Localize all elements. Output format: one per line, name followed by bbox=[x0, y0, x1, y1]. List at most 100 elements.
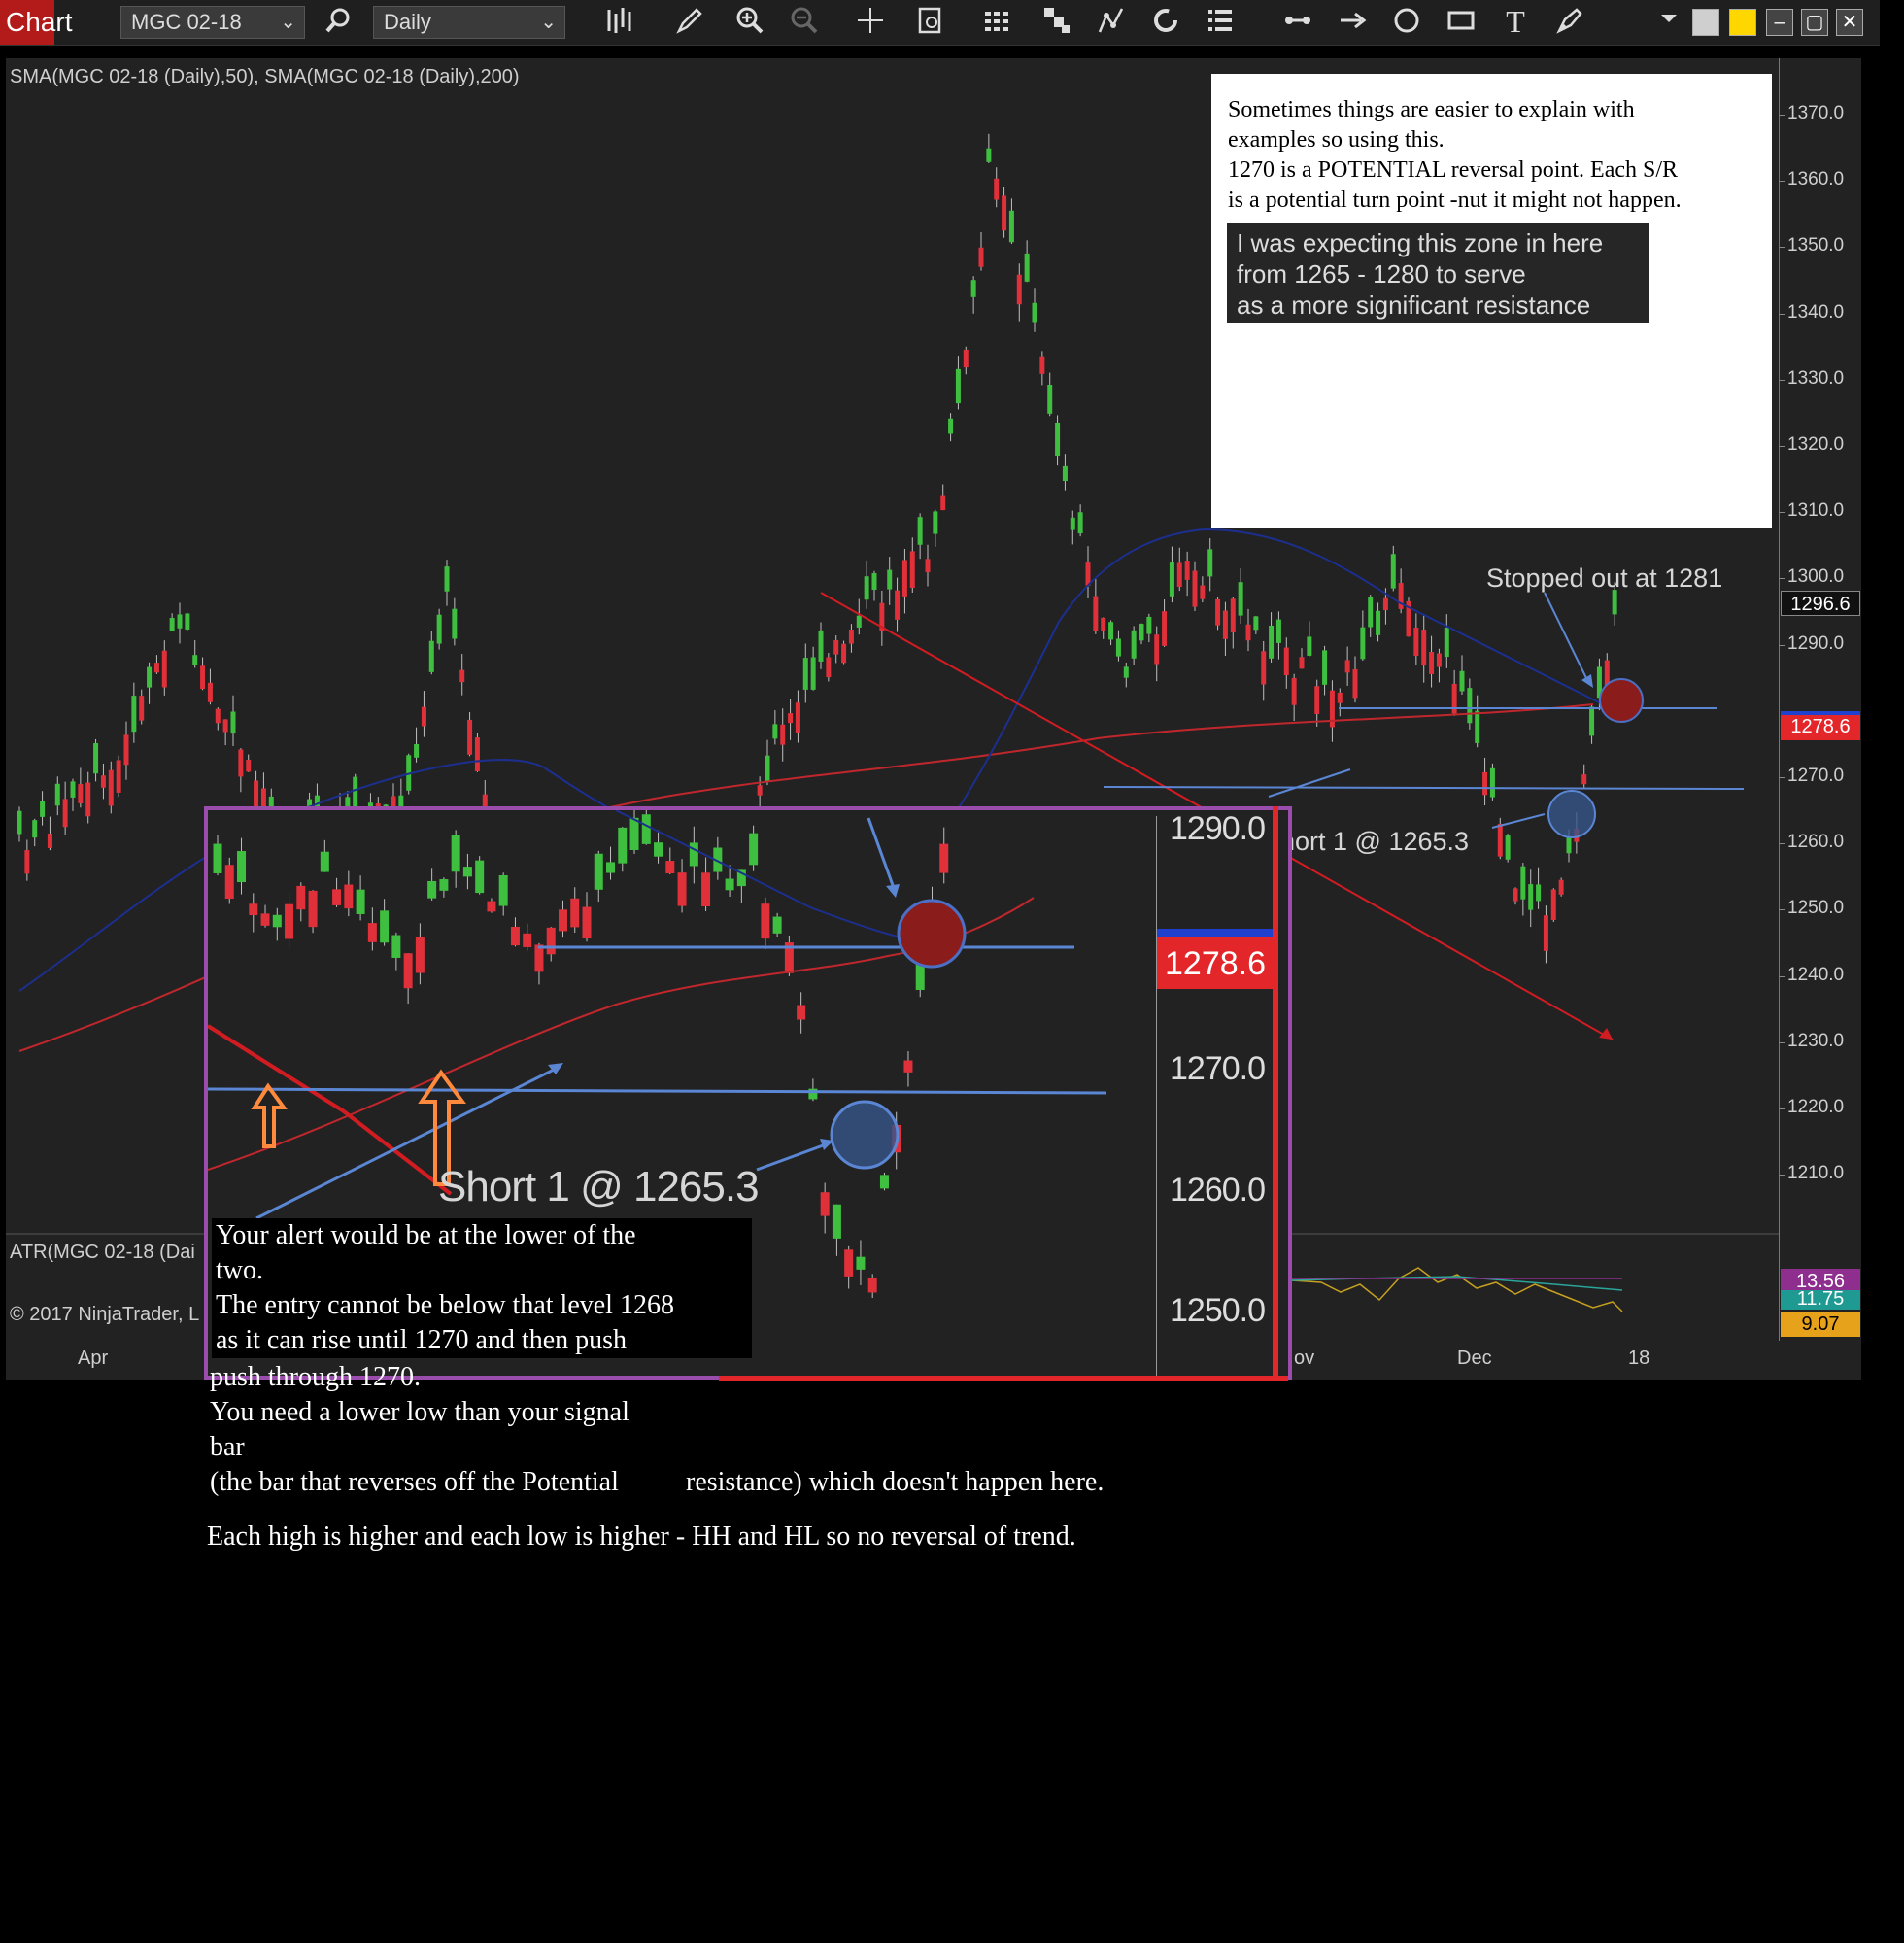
inset-entry-circle bbox=[830, 1100, 900, 1170]
candle-body bbox=[826, 657, 832, 678]
candle-body bbox=[994, 178, 1000, 200]
price-tick-label: 1270.0 bbox=[1787, 766, 1845, 786]
atr-line bbox=[1291, 1267, 1623, 1312]
inset-red-border-right bbox=[1273, 806, 1278, 1380]
price-tick-mark bbox=[1779, 313, 1785, 315]
candle-body bbox=[1467, 688, 1473, 724]
candle-body bbox=[1008, 210, 1014, 243]
explanation-line-7: bar bbox=[210, 1432, 245, 1462]
candle-body bbox=[802, 658, 808, 690]
atr-tag-3: 9.07 bbox=[1781, 1312, 1860, 1337]
price-tick-mark bbox=[1779, 247, 1785, 249]
date-label-dec: Dec bbox=[1457, 1347, 1492, 1369]
candle-body bbox=[139, 696, 145, 721]
candle-body bbox=[864, 576, 869, 600]
short-arrow bbox=[1268, 768, 1351, 798]
candle-body bbox=[901, 560, 907, 597]
candle-body bbox=[272, 914, 282, 928]
price-tick-mark bbox=[1779, 578, 1785, 580]
candle-body bbox=[249, 903, 258, 916]
price-tick-mark bbox=[1779, 975, 1785, 977]
candle-body bbox=[1528, 884, 1534, 910]
candle-body bbox=[415, 937, 425, 973]
candle-body bbox=[459, 669, 465, 683]
price-tick-label: 1220.0 bbox=[1787, 1097, 1845, 1117]
candle-body bbox=[1131, 630, 1137, 659]
candle-body bbox=[780, 724, 786, 745]
candle-body bbox=[1482, 771, 1488, 796]
candle-body bbox=[797, 1005, 806, 1020]
inset-axis-line bbox=[1156, 816, 1157, 1380]
candle-body bbox=[451, 835, 460, 872]
candle-body bbox=[788, 713, 794, 724]
price-tick-mark bbox=[1779, 777, 1785, 778]
date-label-nov: ov bbox=[1294, 1347, 1315, 1369]
candle-body bbox=[224, 865, 234, 900]
candle-body bbox=[1376, 610, 1381, 635]
candle-body bbox=[772, 724, 778, 739]
candle-body bbox=[427, 880, 437, 899]
candle-body bbox=[856, 1256, 866, 1270]
candle-body bbox=[1032, 302, 1037, 323]
candle-body bbox=[215, 708, 221, 724]
candle-body bbox=[810, 657, 816, 690]
candle-body bbox=[1589, 706, 1595, 736]
candle-body bbox=[308, 890, 318, 928]
candle-body bbox=[24, 850, 30, 874]
candle-body bbox=[47, 834, 52, 848]
price-tick-mark bbox=[1779, 379, 1785, 381]
candle-body bbox=[356, 889, 365, 914]
price-tick-mark bbox=[1779, 181, 1785, 183]
explanation-line-8: (the bar that reverses off the Potential bbox=[210, 1467, 619, 1497]
price-tick-label: 1320.0 bbox=[1787, 434, 1845, 455]
candle-body bbox=[1520, 866, 1526, 900]
candle-body bbox=[161, 650, 167, 688]
candle-body bbox=[1360, 627, 1366, 660]
candle-body bbox=[1558, 879, 1564, 895]
price-tick-label: 1230.0 bbox=[1787, 1030, 1845, 1051]
candle-body bbox=[629, 817, 639, 850]
candle-body bbox=[1390, 554, 1396, 589]
candle-body bbox=[1429, 652, 1435, 674]
candle-body bbox=[895, 590, 901, 620]
candle-body bbox=[1016, 274, 1022, 305]
candle-body bbox=[1024, 253, 1030, 282]
candle-body bbox=[439, 879, 449, 891]
candle-body bbox=[1245, 624, 1251, 641]
candle-body bbox=[1169, 562, 1174, 597]
orange-up-arrow-1 bbox=[251, 1082, 288, 1148]
short-label-main: hort 1 @ 1265.3 bbox=[1280, 827, 1470, 856]
candle-body bbox=[606, 862, 616, 873]
candle-body bbox=[1314, 686, 1320, 714]
explanation-box: Your alert would be at the lower of the … bbox=[212, 1218, 752, 1358]
candle-body bbox=[1505, 835, 1511, 860]
candle-body bbox=[570, 898, 580, 928]
candle-body bbox=[230, 711, 236, 734]
candle-body bbox=[725, 878, 734, 891]
candle-body bbox=[903, 1060, 913, 1073]
candle-body bbox=[856, 615, 862, 628]
candle-body bbox=[177, 614, 183, 629]
candle-body bbox=[940, 495, 946, 511]
explanation-line-8b: resistance) which doesn't happen here. bbox=[686, 1467, 1105, 1497]
candle-body bbox=[260, 913, 270, 926]
candle-body bbox=[879, 1175, 889, 1189]
candle-body bbox=[1436, 653, 1442, 667]
copyright-text: © 2017 NinjaTrader, L bbox=[10, 1304, 200, 1325]
candle-body bbox=[1261, 651, 1267, 685]
candle-body bbox=[153, 663, 159, 673]
candle-body bbox=[1421, 630, 1427, 666]
last-price-tag: 1296.6 bbox=[1781, 591, 1860, 616]
explanation-line-6: You need a lower low than your signal bbox=[210, 1397, 629, 1427]
candle-body bbox=[169, 618, 175, 631]
candle-body bbox=[534, 944, 544, 972]
candle-body bbox=[17, 810, 22, 835]
candle-body bbox=[100, 775, 106, 788]
expectation-line-3: as a more significant resistance bbox=[1237, 290, 1591, 320]
inset-resistance-line-1270 bbox=[208, 1087, 1107, 1095]
price-tick-label: 1350.0 bbox=[1787, 235, 1845, 256]
candle-body bbox=[848, 630, 854, 644]
price-tick-mark bbox=[1779, 909, 1785, 911]
candle-body bbox=[403, 953, 413, 989]
candle-body bbox=[1337, 692, 1343, 703]
